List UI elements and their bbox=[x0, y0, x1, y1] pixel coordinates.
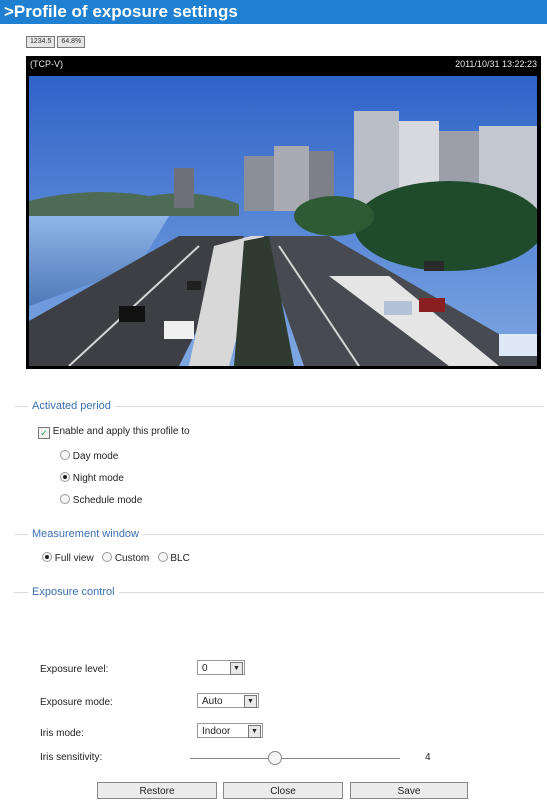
chevron-down-icon: ▼ bbox=[248, 725, 261, 738]
viewer-timestamp: 2011/10/31 13:22:23 bbox=[455, 59, 537, 69]
iris-sensitivity-value: 4 bbox=[425, 752, 431, 763]
slider-track bbox=[190, 758, 400, 759]
enable-profile-label: Enable and apply this profile to bbox=[52, 426, 190, 437]
night-mode-radio[interactable] bbox=[60, 472, 70, 482]
restore-button[interactable]: Restore bbox=[97, 782, 217, 799]
toolbar-button-2[interactable]: 64.8% bbox=[57, 36, 86, 48]
exposure-level-label: Exposure level: bbox=[40, 664, 109, 675]
mode-option: Schedule mode bbox=[60, 494, 547, 518]
iris-sensitivity-label: Iris sensitivity: bbox=[40, 752, 103, 763]
page-title: >Profile of exposure settings bbox=[0, 0, 547, 24]
schedule-mode-label: Schedule mode bbox=[72, 495, 143, 506]
mode-option: Night mode bbox=[60, 472, 547, 494]
mode-option: Day mode bbox=[60, 450, 547, 472]
exposure-control-title: Exposure control bbox=[28, 582, 119, 602]
iris-mode-select[interactable]: Indoor ▼ bbox=[197, 723, 263, 738]
stream-protocol: (TCP-V) bbox=[30, 59, 63, 69]
viewer-status-bar: (TCP-V) 2011/10/31 13:22:23 bbox=[26, 56, 541, 73]
iris-mode-label: Iris mode: bbox=[40, 728, 84, 739]
chevron-down-icon: ▼ bbox=[230, 662, 243, 675]
iris-sensitivity-slider[interactable] bbox=[190, 751, 400, 765]
day-mode-radio[interactable] bbox=[60, 450, 70, 460]
iris-mode-value: Indoor bbox=[202, 726, 231, 737]
enable-profile-row: ✓ Enable and apply this profile to bbox=[38, 426, 547, 450]
enable-profile-checkbox[interactable]: ✓ bbox=[38, 427, 50, 439]
exposure-mode-value: Auto bbox=[202, 696, 223, 707]
measurement-window-title: Measurement window bbox=[28, 524, 143, 544]
exposure-level-value: 0 bbox=[202, 663, 208, 674]
toolbar-button-1[interactable]: 1234.5 bbox=[26, 36, 56, 48]
measurement-options: Full view Custom BLC bbox=[42, 552, 547, 578]
live-video-viewer: (TCP-V) 2011/10/31 13:22:23 bbox=[26, 56, 541, 369]
activated-period-title: Activated period bbox=[28, 396, 115, 416]
close-button[interactable]: Close bbox=[223, 782, 343, 799]
exposure-control-legend: Exposure control bbox=[14, 582, 544, 602]
blc-radio[interactable] bbox=[157, 552, 168, 562]
activated-period-legend: Activated period bbox=[14, 396, 544, 416]
viewer-toolbar: 1234.5 64.8% bbox=[26, 36, 86, 48]
exposure-mode-label: Exposure mode: bbox=[40, 697, 113, 708]
custom-radio[interactable] bbox=[102, 552, 113, 562]
day-mode-label: Day mode bbox=[72, 451, 119, 462]
slider-thumb[interactable] bbox=[268, 751, 282, 765]
settings-panel: Activated period ✓ Enable and apply this… bbox=[14, 396, 544, 602]
measurement-window-legend: Measurement window bbox=[14, 524, 544, 544]
night-mode-label: Night mode bbox=[72, 473, 124, 484]
blc-label: BLC bbox=[170, 553, 190, 564]
save-button[interactable]: Save bbox=[350, 782, 468, 799]
full-view-label: Full view bbox=[54, 553, 94, 564]
custom-label: Custom bbox=[114, 553, 150, 564]
exposure-level-select[interactable]: 0 ▼ bbox=[197, 660, 245, 675]
camera-image bbox=[29, 76, 537, 366]
full-view-radio[interactable] bbox=[42, 552, 52, 562]
exposure-mode-select[interactable]: Auto ▼ bbox=[197, 693, 259, 708]
chevron-down-icon: ▼ bbox=[244, 695, 257, 708]
schedule-mode-radio[interactable] bbox=[60, 494, 70, 504]
